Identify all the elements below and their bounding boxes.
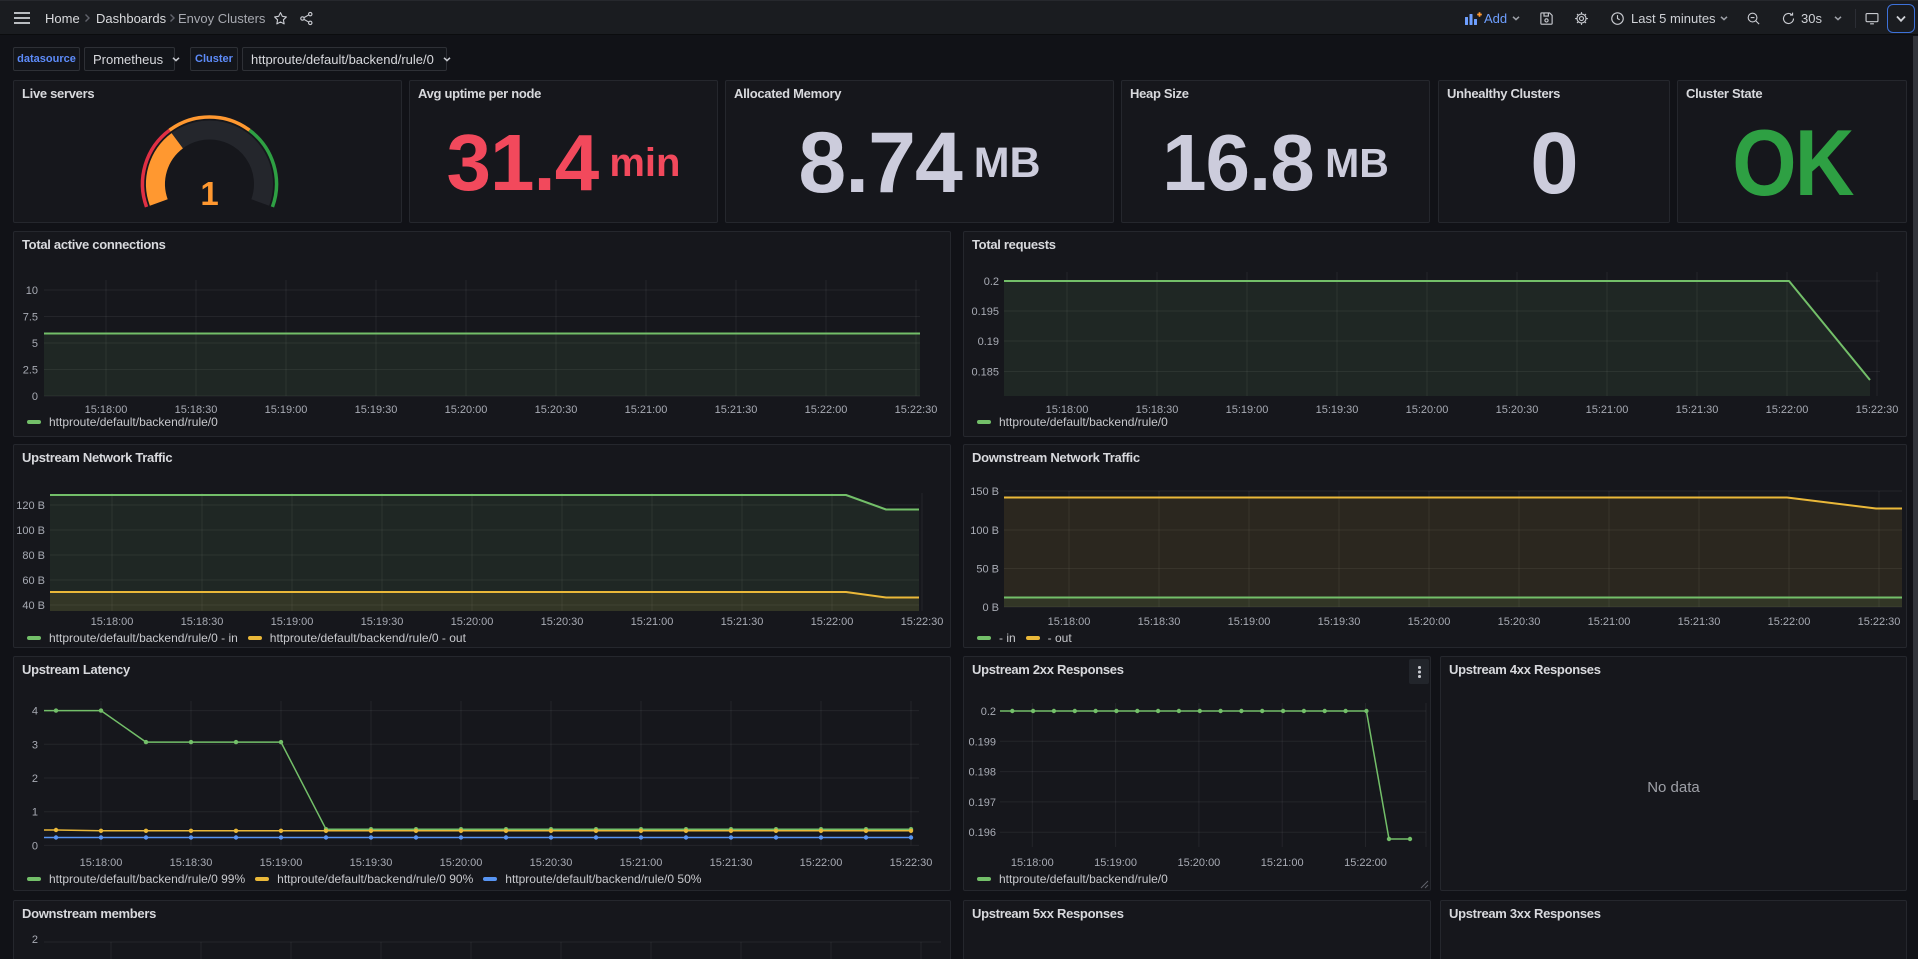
- svg-text:15:22:30: 15:22:30: [895, 404, 938, 416]
- svg-text:2.5: 2.5: [23, 365, 38, 377]
- svg-text:15:22:00: 15:22:00: [811, 616, 854, 628]
- svg-text:15:19:00: 15:19:00: [265, 404, 308, 416]
- svg-text:15:22:00: 15:22:00: [1344, 857, 1387, 869]
- svg-text:15:19:30: 15:19:30: [1318, 616, 1361, 628]
- svg-text:3: 3: [32, 739, 38, 751]
- svg-text:2: 2: [32, 773, 38, 785]
- svg-text:0.19: 0.19: [978, 336, 999, 348]
- svg-text:15:20:00: 15:20:00: [440, 857, 483, 869]
- svg-text:50 B: 50 B: [976, 564, 999, 576]
- svg-text:15:18:00: 15:18:00: [1048, 616, 1091, 628]
- svg-text:15:22:30: 15:22:30: [890, 857, 933, 869]
- svg-text:1: 1: [200, 175, 218, 212]
- svg-text:15:18:00: 15:18:00: [91, 616, 134, 628]
- svg-text:15:19:00: 15:19:00: [1226, 404, 1269, 416]
- svg-text:15:21:30: 15:21:30: [721, 616, 764, 628]
- svg-text:5: 5: [32, 338, 38, 350]
- svg-text:0.185: 0.185: [971, 367, 999, 379]
- svg-text:0.2: 0.2: [981, 706, 996, 718]
- svg-text:15:22:30: 15:22:30: [1858, 616, 1901, 628]
- svg-text:0.2: 0.2: [984, 276, 999, 288]
- svg-text:0.195: 0.195: [971, 306, 999, 318]
- svg-text:15:19:30: 15:19:30: [1316, 404, 1359, 416]
- svg-text:0: 0: [32, 391, 38, 403]
- svg-text:15:20:00: 15:20:00: [1408, 616, 1451, 628]
- svg-text:0: 0: [32, 840, 38, 852]
- svg-text:60 B: 60 B: [22, 575, 45, 587]
- svg-text:15:20:00: 15:20:00: [451, 616, 494, 628]
- svg-text:120 B: 120 B: [16, 500, 45, 512]
- svg-text:100 B: 100 B: [16, 525, 45, 537]
- svg-text:100 B: 100 B: [970, 525, 999, 537]
- svg-text:15:19:30: 15:19:30: [355, 404, 398, 416]
- svg-text:15:19:30: 15:19:30: [350, 857, 393, 869]
- svg-text:15:18:00: 15:18:00: [1011, 857, 1054, 869]
- svg-text:15:21:00: 15:21:00: [625, 404, 668, 416]
- svg-text:15:21:30: 15:21:30: [710, 857, 753, 869]
- svg-text:15:20:30: 15:20:30: [1496, 404, 1539, 416]
- svg-text:15:20:00: 15:20:00: [1177, 857, 1220, 869]
- svg-text:15:21:30: 15:21:30: [715, 404, 758, 416]
- svg-text:15:22:00: 15:22:00: [1768, 616, 1811, 628]
- svg-text:15:21:30: 15:21:30: [1678, 616, 1721, 628]
- svg-text:15:20:30: 15:20:30: [541, 616, 584, 628]
- svg-text:1: 1: [32, 807, 38, 819]
- svg-text:4: 4: [32, 706, 38, 718]
- svg-text:7.5: 7.5: [23, 312, 38, 324]
- svg-text:15:21:30: 15:21:30: [1676, 404, 1719, 416]
- svg-text:15:20:00: 15:20:00: [1406, 404, 1449, 416]
- svg-text:15:19:00: 15:19:00: [1228, 616, 1271, 628]
- svg-text:0.199: 0.199: [968, 736, 996, 748]
- svg-text:15:18:30: 15:18:30: [170, 857, 213, 869]
- svg-text:15:18:30: 15:18:30: [1138, 616, 1181, 628]
- svg-text:15:19:00: 15:19:00: [271, 616, 314, 628]
- svg-text:15:20:30: 15:20:30: [1498, 616, 1541, 628]
- svg-text:15:18:30: 15:18:30: [181, 616, 224, 628]
- svg-text:80 B: 80 B: [22, 550, 45, 562]
- svg-text:15:19:00: 15:19:00: [260, 857, 303, 869]
- svg-text:15:21:00: 15:21:00: [631, 616, 674, 628]
- svg-text:15:21:00: 15:21:00: [1588, 616, 1631, 628]
- svg-text:15:21:00: 15:21:00: [1261, 857, 1304, 869]
- svg-text:150 B: 150 B: [970, 486, 999, 498]
- svg-text:0.198: 0.198: [968, 767, 996, 779]
- svg-text:15:18:00: 15:18:00: [80, 857, 123, 869]
- svg-text:15:19:30: 15:19:30: [361, 616, 404, 628]
- svg-text:15:21:00: 15:21:00: [1586, 404, 1629, 416]
- svg-text:15:22:30: 15:22:30: [1856, 404, 1899, 416]
- svg-text:15:22:30: 15:22:30: [901, 616, 944, 628]
- svg-text:15:22:00: 15:22:00: [805, 404, 848, 416]
- svg-text:15:22:00: 15:22:00: [800, 857, 843, 869]
- svg-text:40 B: 40 B: [22, 600, 45, 612]
- svg-text:15:22:00: 15:22:00: [1766, 404, 1809, 416]
- svg-text:10: 10: [26, 285, 38, 297]
- svg-text:15:20:00: 15:20:00: [445, 404, 488, 416]
- svg-text:15:21:00: 15:21:00: [620, 857, 663, 869]
- svg-text:0.197: 0.197: [968, 797, 996, 809]
- svg-text:15:19:00: 15:19:00: [1094, 857, 1137, 869]
- svg-text:15:20:30: 15:20:30: [530, 857, 573, 869]
- svg-text:2: 2: [32, 934, 38, 946]
- svg-text:0 B: 0 B: [982, 602, 999, 614]
- svg-text:15:20:30: 15:20:30: [535, 404, 578, 416]
- svg-text:0.196: 0.196: [968, 827, 996, 839]
